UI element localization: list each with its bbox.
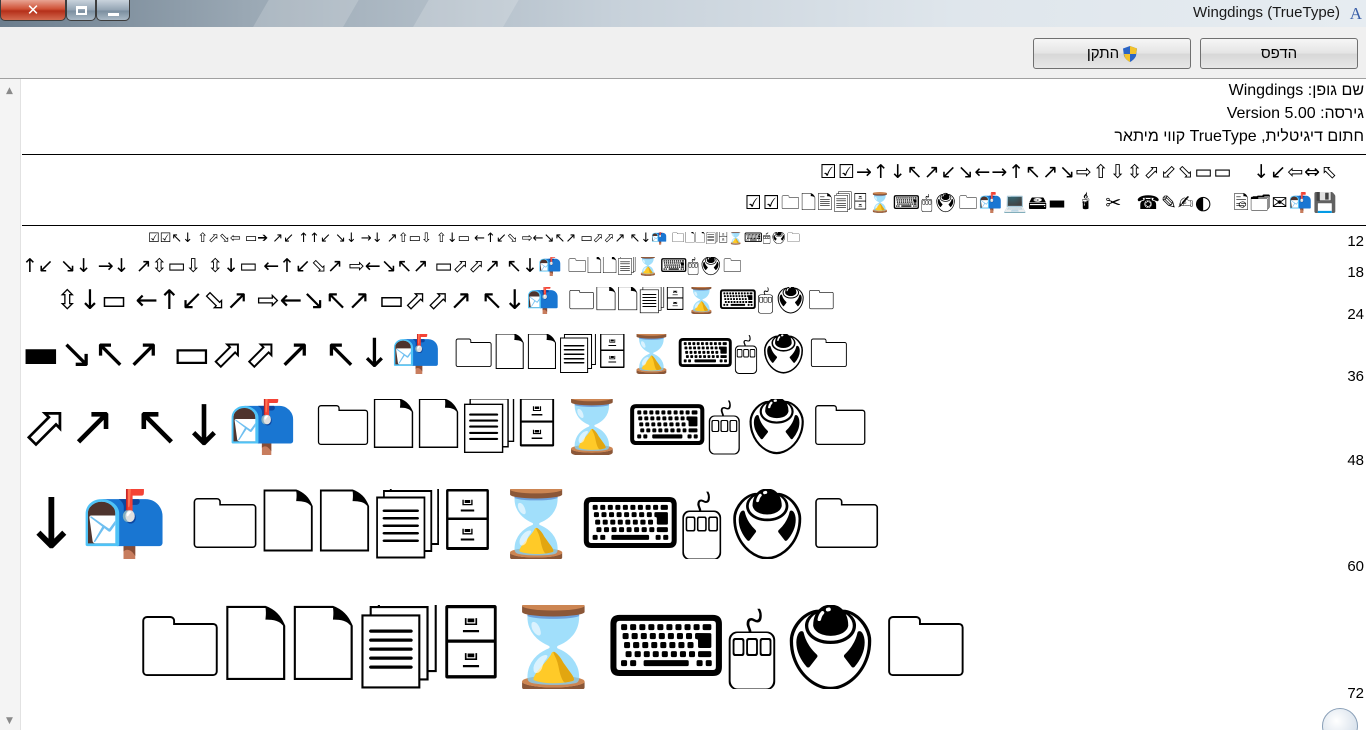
- sample-glyphs-36: ▬↘↖↗ ▭⬀⬀↗ ↖↓📬 🗀🗋🗋🗐🗄⌛⌨🖱🖲🗀: [22, 334, 849, 374]
- size-label-60: 60: [1347, 558, 1364, 575]
- sample-row-60: ↓📬 🗀🗋🗋🗐🗄⌛⌨🖱🖲🗀: [22, 489, 1336, 559]
- minimize-button[interactable]: [96, 0, 130, 21]
- title-bar: ✕ Wingdings (TrueType) A: [0, 0, 1366, 27]
- font-name-line: שם גופן: Wingdings: [1228, 82, 1364, 99]
- font-version-line: גירסה: Version 5.00: [1226, 105, 1364, 122]
- sample-glyphs-12: ☑☑↖↓ ⇧⬀⬂⇦ ▭➔ ↗↙ ↑↑↙ ↘↓ →↓ ↗⇧▭⇩ ⇧↓▭ ←↑↙⬂ …: [148, 232, 801, 245]
- vertical-scrollbar[interactable]: ▲ ▼: [0, 79, 21, 730]
- size-label-48: 48: [1347, 452, 1364, 469]
- font-preview-pane[interactable]: ▲ ▼ שם גופן: Wingdings גירסה: Version 5.…: [0, 79, 1366, 730]
- character-set-line-1: ☑☑→↑↓↖↗↙↘←→↑↖↗↘⇨⇧⇩⇳⬀⬃⬂▭▭ ↓↙⇦⇔⬁: [819, 161, 1338, 183]
- corner-orb-icon: [1322, 708, 1358, 730]
- size-label-72: 72: [1347, 685, 1364, 702]
- sample-glyphs-48: ⬀↗ ↖↓📬 🗀🗋🗋🗐🗄⌛⌨🖱🖲🗀: [22, 399, 869, 455]
- sample-row-24: ⇳↓▭ ←↑↙⬂↗ ⇨←↘↖↗ ▭⬀⬀↗ ↖↓📬 🗀🗋🗋🗐🗄⌛⌨🖱🖲🗀: [56, 287, 1336, 314]
- sample-row-12: ☑☑↖↓ ⇧⬀⬂⇦ ▭➔ ↗↙ ↑↑↙ ↘↓ →↓ ↗⇧▭⇩ ⇧↓▭ ←↑↙⬂ …: [148, 232, 1336, 245]
- font-app-icon: A: [1349, 4, 1362, 23]
- sample-glyphs-72: 🗀🗋🗋🗐🗄⌛⌨🖱🖲🗀: [138, 605, 968, 689]
- install-button-label: התקן: [1086, 45, 1120, 62]
- sample-row-18: ↑↙ ↘↓ →↓ ↗⇳▭⇩ ⇳↓▭ ←↑↙⬂↗ ⇨←↘↖↗ ▭⬀⬀↗ ↖↓📬 🗀…: [22, 257, 1336, 276]
- window-title: Wingdings (TrueType): [1193, 4, 1340, 21]
- size-label-36: 36: [1347, 368, 1364, 385]
- sample-row-36: ▬↘↖↗ ▭⬀⬀↗ ↖↓📬 🗀🗋🗋🗐🗄⌛⌨🖱🖲🗀: [22, 334, 1336, 374]
- size-label-18: 18: [1347, 264, 1364, 281]
- uac-shield-icon: [1123, 45, 1138, 62]
- divider-top: [22, 154, 1366, 155]
- sample-glyphs-18: ↑↙ ↘↓ →↓ ↗⇳▭⇩ ⇳↓▭ ←↑↙⬂↗ ⇨←↘↖↗ ▭⬀⬀↗ ↖↓📬 🗀…: [22, 257, 742, 276]
- glass-streak: [245, 0, 365, 27]
- print-button[interactable]: הדפס: [1200, 38, 1358, 69]
- close-button[interactable]: ✕: [0, 0, 66, 21]
- scroll-up-arrow-icon[interactable]: ▲: [6, 86, 13, 96]
- font-type-line: חתום דיגיטלית, TrueType קווי מיתאר: [1114, 128, 1364, 145]
- minimize-icon: [107, 12, 119, 16]
- sample-row-48: ⬀↗ ↖↓📬 🗀🗋🗋🗐🗄⌛⌨🖱🖲🗀: [22, 399, 1336, 455]
- toolbar: הדפס התקן: [0, 27, 1366, 79]
- divider-bottom: [22, 225, 1366, 226]
- sample-glyphs-60: ↓📬 🗀🗋🗋🗐🗄⌛⌨🖱🖲🗀: [22, 489, 882, 559]
- maximize-button[interactable]: [66, 0, 96, 21]
- glass-streak: [405, 0, 525, 27]
- maximize-icon: [75, 5, 87, 15]
- size-label-12: 12: [1347, 233, 1364, 250]
- size-label-24: 24: [1347, 306, 1364, 323]
- print-button-label: הדפס: [1260, 45, 1298, 62]
- sample-row-72: 🗀🗋🗋🗐🗄⌛⌨🖱🖲🗀: [138, 605, 1336, 689]
- install-button[interactable]: התקן: [1033, 38, 1191, 69]
- sample-glyphs-24: ⇳↓▭ ←↑↙⬂↗ ⇨←↘↖↗ ▭⬀⬀↗ ↖↓📬 🗀🗋🗋🗐🗄⌛⌨🖱🖲🗀: [56, 287, 835, 314]
- scroll-down-arrow-icon[interactable]: ▼: [6, 716, 13, 726]
- character-set-line-2: ☑☑🗀🗋🗎🗐🗄⌛⌨🖱🖲🗀📬💻🖴▬ 🕯 ✂ ☎✎✍◐ 🗟🗂✉📬💾: [744, 192, 1338, 214]
- close-icon: ✕: [26, 1, 40, 19]
